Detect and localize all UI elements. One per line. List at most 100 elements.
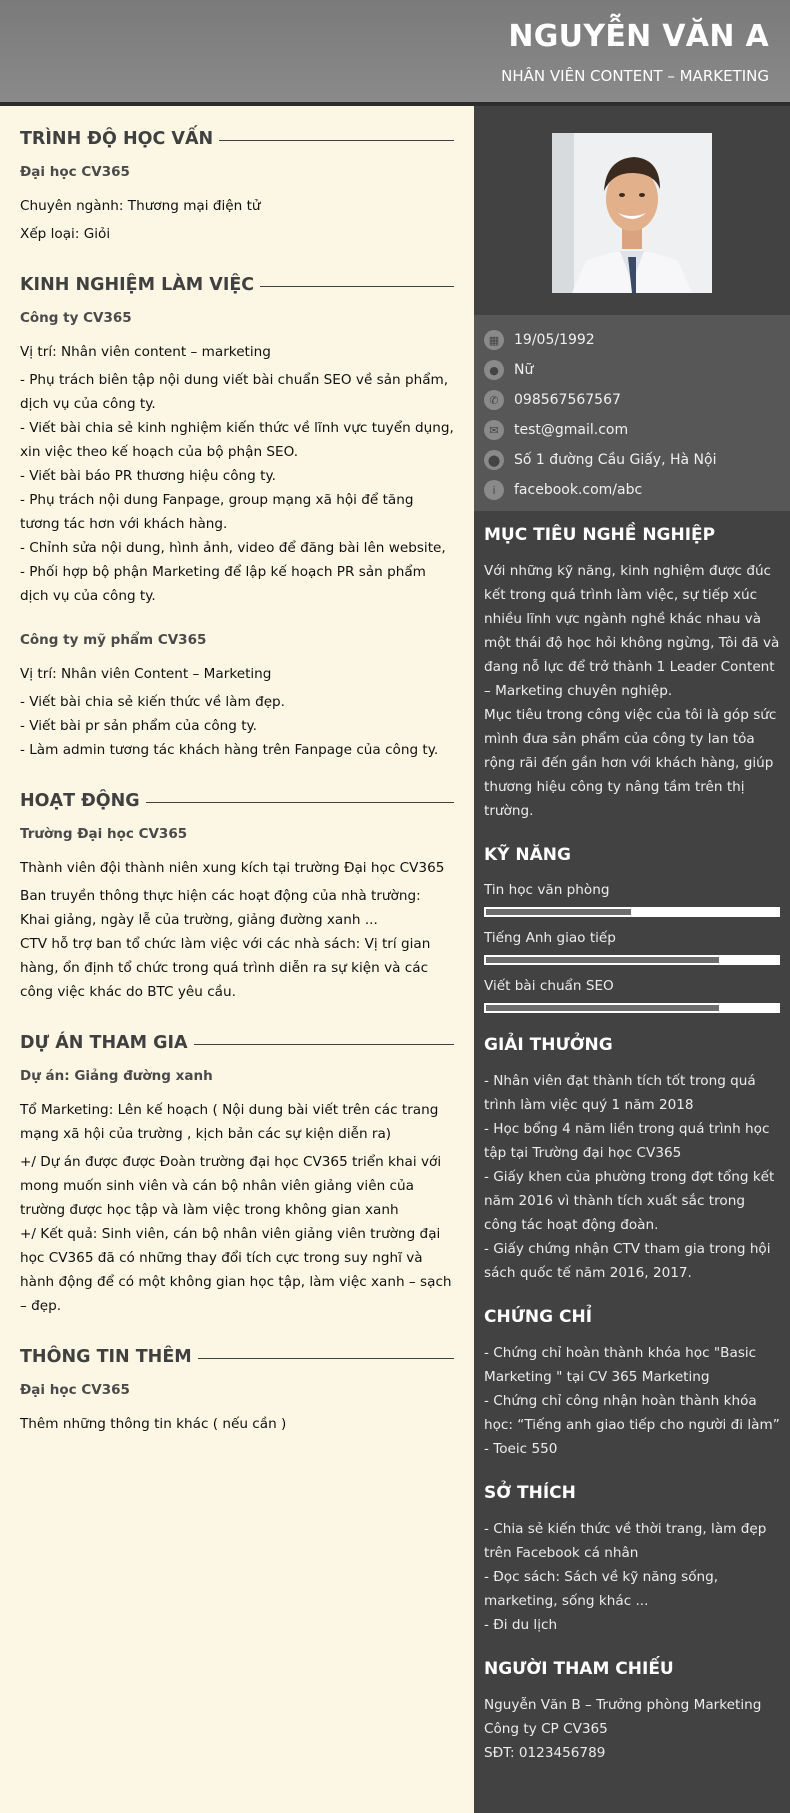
job-duty: - Phối hợp bộ phận Marketing để lập kế h… [20,564,426,604]
candidate-job-title: NHÂN VIÊN CONTENT – MARKETING [501,67,769,85]
skill-bar-fill [486,957,720,963]
divider [193,1043,454,1045]
job-entry: Công ty CV365 Vị trí: Nhân viên content … [20,310,454,608]
company-name: Công ty mỹ phẩm CV365 [20,632,207,648]
extra-text: Thêm những thông tin khác ( nếu cần ) [20,1416,287,1432]
reference-line: SĐT: 0123456789 [484,1745,606,1761]
section-title: MỤC TIÊU NGHỀ NGHIỆP [484,525,716,545]
project-detail: +/ Kết quả: Sinh viên, cán bộ nhân viên … [20,1226,452,1314]
section-title: KINH NGHIỆM LÀM VIỆC [20,275,255,295]
skills-section: KỸ NĂNG Tin học văn phòng Tiếng Anh giao… [484,845,780,1013]
calendar-icon: ▦ [484,330,504,350]
job-duty: - Viết bài báo PR thương hiệu công ty. [20,468,276,484]
objective-text: Với những kỹ năng, kinh nghiệm được đúc … [484,563,780,699]
divider [197,1357,454,1359]
divider [219,139,454,141]
activity-detail: Ban truyền thông thực hiện các hoạt động… [20,888,421,928]
activity-detail: CTV hỗ trợ ban tổ chức làm việc với các … [20,936,431,1000]
info-icon: i [484,480,504,500]
experience-section: KINH NGHIỆM LÀM VIỆC Công ty CV365 Vị tr… [20,272,454,762]
contact-phone: ✆ 098567567567 [484,385,780,415]
profile-photo [552,132,712,293]
extra-info-section: THÔNG TIN THÊM Đại học CV365 Thêm những … [20,1344,454,1436]
profile-photo-graphic [552,132,712,293]
skill-name: Tin học văn phòng [484,882,610,898]
section-title: CHỨNG CHỈ [484,1307,593,1327]
activity-role: Thành viên đội thành niên xung kích tại … [20,860,445,876]
hobby-item: - Đi du lịch [484,1617,558,1633]
grade: Xếp loại: Giỏi [20,226,111,242]
awards-section: GIẢI THƯỞNG - Nhân viên đạt thành tích t… [484,1035,780,1285]
award-item: - Học bổng 4 năm liền trong quá trình họ… [484,1121,770,1161]
contact-email: ✉ test@gmail.com [484,415,780,445]
divider [145,801,454,803]
cv-header: NGUYỄN VĂN A NHÂN VIÊN CONTENT – MARKETI… [0,0,790,106]
left-column: TRÌNH ĐỘ HỌC VẤN Đại học CV365 Chuyên ng… [0,106,474,1813]
job-duty: - Phụ trách biên tập nội dung viết bài c… [20,372,449,412]
activities-section: HOẠT ĐỘNG Trường Đại học CV365 Thành viê… [20,788,454,1004]
objective-section: MỤC TIÊU NGHỀ NGHIỆP Với những kỹ năng, … [484,525,780,823]
section-title: THÔNG TIN THÊM [20,1347,192,1367]
contact-website: i facebook.com/abc [484,475,780,505]
email-icon: ✉ [484,420,504,440]
section-title: KỸ NĂNG [484,845,571,865]
skill-name: Tiếng Anh giao tiếp [484,930,616,946]
section-title: NGƯỜI THAM CHIẾU [484,1659,674,1679]
certificate-item: - Chứng chỉ công nhận hoàn thành khóa họ… [484,1393,780,1433]
section-title: GIẢI THƯỞNG [484,1035,613,1055]
award-item: - Giấy khen của phường trong đợt tổng kế… [484,1169,775,1233]
reference-line: Nguyễn Văn B – Trưởng phòng Marketing [484,1697,762,1713]
skill-bar-fill [486,909,631,915]
right-column: ▦ 19/05/1992 ● Nữ ✆ 098567567567 ✉ test@… [474,106,790,1813]
projects-section: DỰ ÁN THAM GIA Dự án: Giảng đường xanh T… [20,1030,454,1318]
divider [260,285,454,287]
major: Chuyên ngành: Thương mại điện tử [20,198,261,214]
certificate-item: - Chứng chỉ hoàn thành khóa học "Basic M… [484,1345,757,1385]
contact-birthdate: ▦ 19/05/1992 [484,325,780,355]
education-section: TRÌNH ĐỘ HỌC VẤN Đại học CV365 Chuyên ng… [20,126,454,246]
skill-bar [484,907,780,917]
contact-gender: ● Nữ [484,355,780,385]
contact-address: ⬤ Số 1 đường Cầu Giấy, Hà Nội [484,445,780,475]
school-name: Đại học CV365 [20,164,130,180]
job-position: Vị trí: Nhân viên content – marketing [20,344,271,360]
certificate-item: - Toeic 550 [484,1441,558,1457]
phone-icon: ✆ [484,390,504,410]
award-item: - Giấy chứng nhận CTV tham gia trong hội… [484,1241,771,1281]
job-duty: - Viết bài chia sẻ kiến thức về làm đẹp. [20,694,286,710]
objective-text: Mục tiêu trong công việc của tôi là góp … [484,707,777,819]
hobby-item: - Đọc sách: Sách về kỹ năng sống, market… [484,1569,719,1609]
job-duty: - Phụ trách nội dung Fanpage, group mạng… [20,492,414,532]
job-duty: - Viết bài pr sản phẩm của công ty. [20,718,257,734]
section-title: HOẠT ĐỘNG [20,791,140,811]
candidate-name: NGUYỄN VĂN A [508,19,769,54]
location-icon: ⬤ [484,450,504,470]
award-item: - Nhân viên đạt thành tích tốt trong quá… [484,1073,756,1113]
skill-name: Viết bài chuẩn SEO [484,978,614,994]
skill-item: Tiếng Anh giao tiếp [484,927,780,965]
activity-org: Trường Đại học CV365 [20,826,188,842]
project-detail: +/ Dự án được được Đoàn trường đại học C… [20,1154,442,1218]
hobby-item: - Chia sẻ kiến thức về thời trang, làm đ… [484,1521,767,1561]
section-title: DỰ ÁN THAM GIA [20,1033,188,1053]
extra-org: Đại học CV365 [20,1382,130,1398]
job-entry: Công ty mỹ phẩm CV365 Vị trí: Nhân viên … [20,632,454,762]
skill-item: Viết bài chuẩn SEO [484,975,780,1013]
reference-line: Công ty CP CV365 [484,1721,608,1737]
certificates-section: CHỨNG CHỈ - Chứng chỉ hoàn thành khóa họ… [484,1307,780,1461]
project-name: Dự án: Giảng đường xanh [20,1068,213,1084]
project-role: Tổ Marketing: Lên kế hoạch ( Nội dung bà… [20,1102,439,1142]
user-icon: ● [484,360,504,380]
skill-item: Tin học văn phòng [484,879,780,917]
section-title: TRÌNH ĐỘ HỌC VẤN [20,129,214,149]
job-duty: - Làm admin tương tác khách hàng trên Fa… [20,742,439,758]
skill-bar [484,1003,780,1013]
skill-bar [484,955,780,965]
company-name: Công ty CV365 [20,310,132,326]
references-section: NGƯỜI THAM CHIẾU Nguyễn Văn B – Trưởng p… [484,1659,780,1765]
job-position: Vị trí: Nhân viên Content – Marketing [20,666,272,682]
skill-bar-fill [486,1005,720,1011]
job-duty: - Viết bài chia sẻ kinh nghiệm kiến thức… [20,420,454,460]
hobbies-section: SỞ THÍCH - Chia sẻ kiến thức về thời tra… [484,1483,780,1637]
contact-info: ▦ 19/05/1992 ● Nữ ✆ 098567567567 ✉ test@… [474,315,790,511]
